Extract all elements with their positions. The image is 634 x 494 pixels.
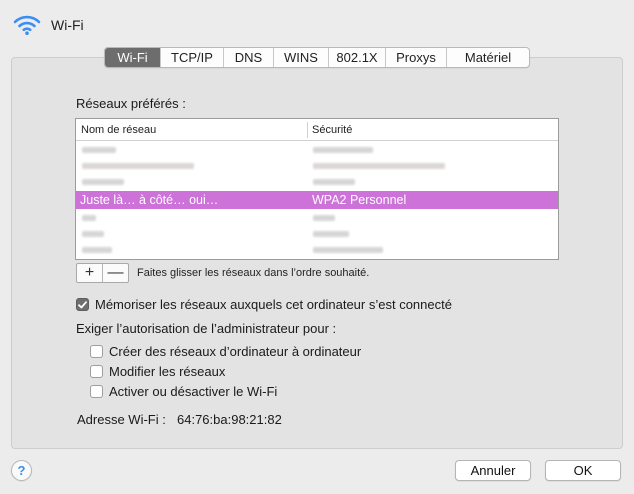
create-computer-networks-label: Créer des réseaux d’ordinateur à ordinat… [109,344,362,359]
tab-8021x[interactable]: 802.1X [328,48,385,67]
redacted-text [313,247,383,253]
create-computer-networks-checkbox[interactable]: Créer des réseaux d’ordinateur à ordinat… [90,344,361,359]
checkbox-box[interactable] [90,365,103,378]
admin-requirement-label: Exiger l’autorisation de l’administrateu… [76,321,337,336]
redacted-text [313,179,355,185]
redacted-text [313,163,445,169]
table-row-selected[interactable]: Juste là… à côté… oui… WPA2 Personnel [76,191,558,209]
remove-network-button[interactable]: — [102,264,128,282]
modify-networks-checkbox[interactable]: Modifier les réseaux [90,364,225,379]
tab-proxys[interactable]: Proxys [385,48,446,67]
redacted-text [82,215,96,221]
list-edit-controls: + — [76,263,129,283]
table-row[interactable] [76,241,558,259]
column-security[interactable]: Sécurité [312,124,352,136]
remember-networks-checkbox[interactable]: Mémoriser les réseaux auxquels cet ordin… [76,297,452,312]
redacted-text [82,147,116,153]
redacted-text [82,163,194,169]
redacted-text [82,179,124,185]
drag-hint: Faites glisser les réseaux dans l’ordre … [137,267,370,279]
tab-materiel[interactable]: Matériel [446,48,529,67]
toggle-wifi-label: Activer ou désactiver le Wi-Fi [109,384,278,399]
ok-button[interactable]: OK [545,460,621,481]
column-divider [307,122,308,138]
redacted-text [82,231,104,237]
toggle-wifi-checkbox[interactable]: Activer ou désactiver le Wi-Fi [90,384,277,399]
checkbox-box[interactable] [90,385,103,398]
remember-networks-label: Mémoriser les réseaux auxquels cet ordin… [95,297,452,312]
help-button[interactable]: ? [11,460,32,481]
window-header: Wi-Fi [12,14,84,36]
preferred-networks-table[interactable]: Nom de réseau Sécurité Juste là… à côté…… [75,118,559,260]
redacted-text [82,247,112,253]
wifi-address-label: Adresse Wi-Fi : [77,412,166,427]
question-mark-icon: ? [17,463,26,478]
tab-wifi[interactable]: Wi-Fi [105,48,160,67]
tab-bar: Wi-Fi TCP/IP DNS WINS 802.1X Proxys Maté… [104,47,530,68]
tab-wins[interactable]: WINS [273,48,328,67]
checkmark-icon[interactable] [76,298,89,311]
tab-dns[interactable]: DNS [223,48,273,67]
security-cell: WPA2 Personnel [312,193,407,207]
tab-tcpip[interactable]: TCP/IP [160,48,223,67]
window-title: Wi-Fi [51,17,84,33]
column-network-name[interactable]: Nom de réseau [81,124,156,136]
table-row[interactable] [76,173,558,191]
add-network-button[interactable]: + [77,264,102,282]
modify-networks-label: Modifier les réseaux [109,364,226,379]
preferred-networks-label: Réseaux préférés : [76,96,186,111]
network-name-cell: Juste là… à côté… oui… [80,193,219,207]
wifi-icon [12,14,42,36]
redacted-text [313,231,349,237]
table-header: Nom de réseau Sécurité [76,119,558,141]
redacted-text [313,215,335,221]
cancel-button[interactable]: Annuler [455,460,531,481]
wifi-address-value: 64:76:ba:98:21:82 [177,412,282,427]
redacted-text [313,147,373,153]
checkbox-box[interactable] [90,345,103,358]
